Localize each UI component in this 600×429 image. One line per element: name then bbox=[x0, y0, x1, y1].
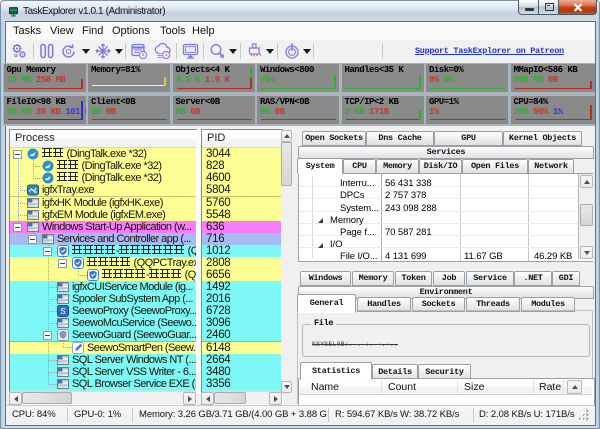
svg-text:S: S bbox=[60, 307, 65, 316]
